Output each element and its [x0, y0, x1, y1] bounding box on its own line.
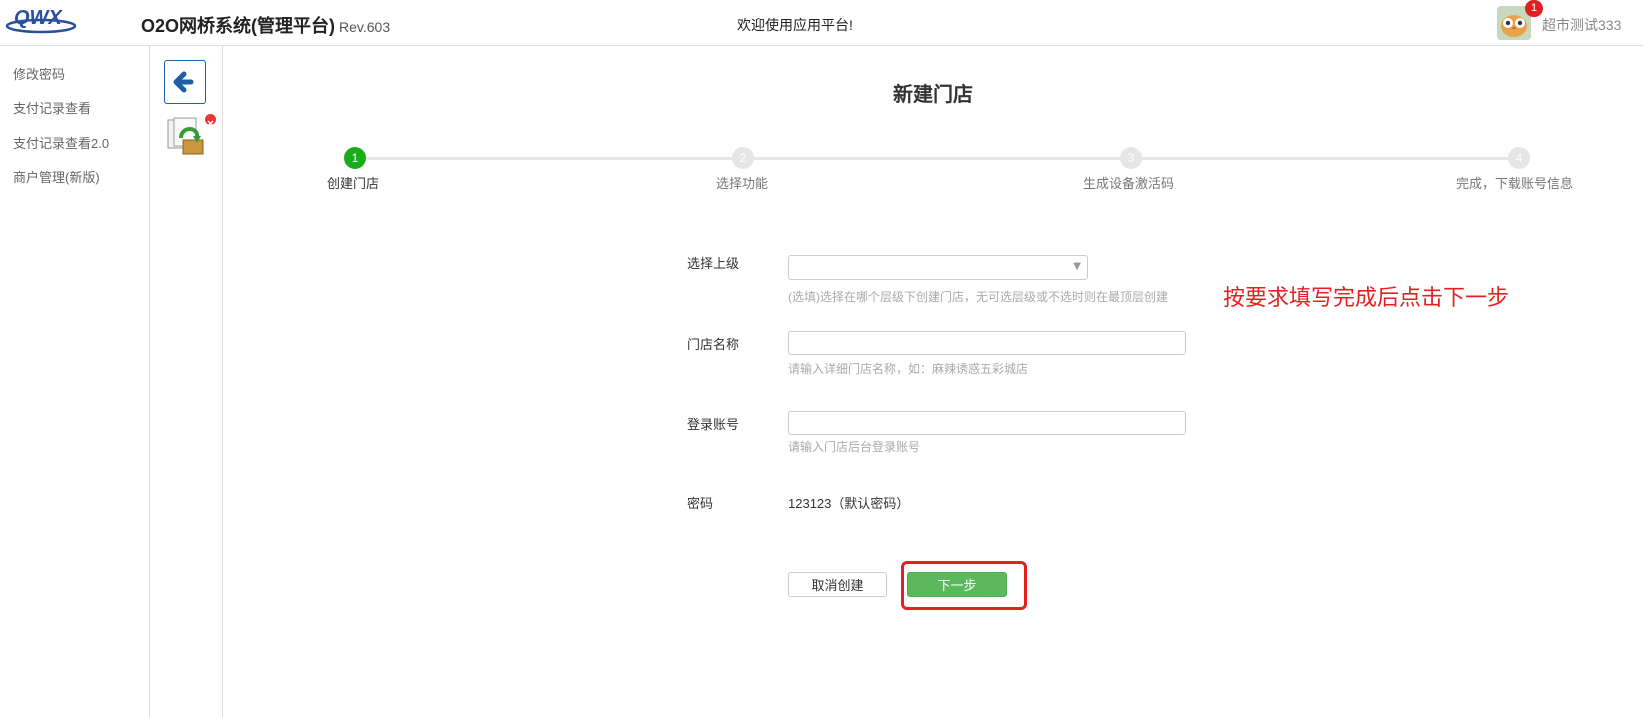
app-title-text: O2O网桥系统(管理平台) [141, 16, 336, 36]
step-4-label: 完成，下载账号信息 [1456, 176, 1574, 191]
close-icon[interactable] [205, 114, 216, 127]
step-2-dot: 2 [732, 147, 754, 169]
step-2-label: 选择功能 [716, 176, 769, 191]
cancel-create-button[interactable]: 取消创建 [788, 572, 887, 597]
app-title: O2O网桥系统(管理平台) Rev.603 [141, 12, 390, 38]
sidebar: 修改密码 支付记录查看 支付记录查看2.0 商户管理(新版) [0, 46, 150, 717]
step-1-dot: 1 [344, 147, 366, 169]
step-3-dot: 3 [1120, 147, 1142, 169]
next-button-highlight-box [901, 561, 1027, 610]
notification-badge[interactable]: 1 [1525, 0, 1543, 17]
step-4-dot: 4 [1508, 147, 1530, 169]
arrow-left-icon [173, 71, 194, 93]
instruction-annotation: 按要求填写完成后点击下一步 [1223, 285, 1510, 310]
main-content: 新建门店 1 创建门店 2 选择功能 3 生成设备激活码 4 完成，下载账号信息… [223, 46, 1643, 717]
tool-column [150, 46, 223, 717]
login-account-input[interactable] [788, 411, 1186, 435]
top-header: QWX O2O网桥系统(管理平台) Rev.603 欢迎使用应用平台! 1 超市测… [0, 0, 1643, 46]
app-revision: Rev.603 [339, 19, 391, 35]
store-name-input[interactable] [788, 331, 1186, 355]
parent-level-label: 选择上级 [687, 256, 740, 271]
welcome-message: 欢迎使用应用平台! [737, 17, 853, 33]
step-3-label: 生成设备激活码 [1083, 176, 1175, 191]
store-name-label: 门店名称 [687, 337, 740, 352]
sidebar-item-payment-records-v2[interactable]: 支付记录查看2.0 [13, 133, 109, 152]
sidebar-item-change-password[interactable]: 修改密码 [13, 64, 65, 83]
password-value: 123123（默认密码） [788, 496, 910, 511]
step-1-label: 创建门店 [327, 176, 380, 191]
document-return-icon[interactable] [165, 116, 209, 158]
steps-progress-line [355, 157, 1515, 160]
store-name-hint: 请输入详细门店名称，如：麻辣诱惑五彩城店 [788, 362, 1029, 376]
sidebar-item-payment-records[interactable]: 支付记录查看 [13, 98, 91, 117]
page-title: 新建门店 [893, 84, 973, 106]
qwx-logo-icon[interactable]: QWX [4, 4, 78, 38]
parent-level-select[interactable]: ▼ [788, 255, 1088, 280]
login-account-label: 登录账号 [687, 417, 740, 432]
parent-level-hint: (选填)选择在哪个层级下创建门店，无可选层级或不选时则在最顶层创建 [788, 290, 1168, 304]
sidebar-item-merchant-management[interactable]: 商户管理(新版) [13, 167, 100, 186]
back-button[interactable] [164, 60, 206, 104]
caret-down-icon: ▼ [1073, 261, 1081, 272]
password-label: 密码 [687, 496, 714, 511]
username[interactable]: 超市测试333 [1542, 15, 1621, 35]
svg-text:QWX: QWX [14, 7, 63, 29]
login-account-hint: 请输入门店后台登录账号 [788, 440, 921, 454]
